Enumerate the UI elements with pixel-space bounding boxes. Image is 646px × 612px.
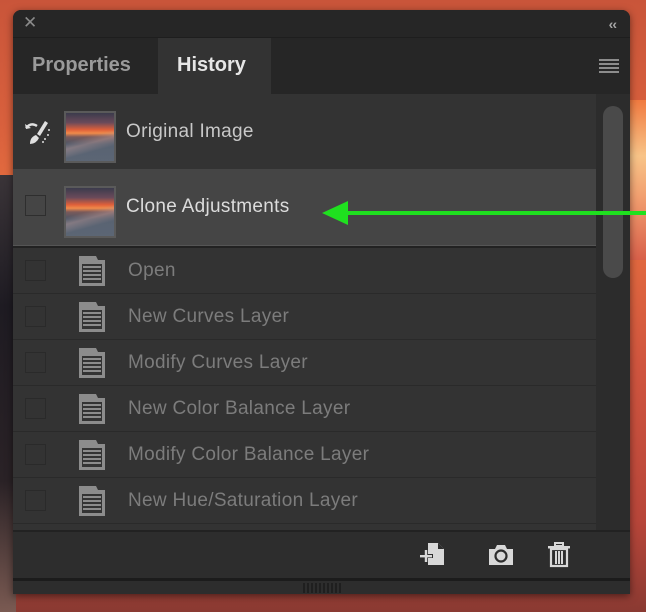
- state-label: New Curves Layer: [128, 306, 290, 327]
- panel-titlebar: ✕ ‹‹: [13, 10, 630, 37]
- history-source-checkbox[interactable]: [25, 398, 46, 419]
- scrollbar-thumb[interactable]: [603, 106, 623, 278]
- document-icon: [79, 486, 105, 516]
- state-label: Modify Curves Layer: [128, 352, 308, 373]
- history-source-checkbox[interactable]: [25, 352, 46, 373]
- panel-footer: [13, 530, 630, 580]
- snapshot-label: Clone Adjustments: [126, 196, 290, 217]
- history-state-row[interactable]: New Curves Layer: [13, 294, 596, 340]
- snapshot-thumbnail: [64, 111, 116, 163]
- panel-menu-icon[interactable]: [599, 59, 619, 73]
- history-state-row[interactable]: Modify Curves Layer: [13, 340, 596, 386]
- history-source-checkbox[interactable]: [25, 444, 46, 465]
- history-state-row[interactable]: Modify Color Balance Layer: [13, 432, 596, 478]
- tab-properties[interactable]: Properties: [13, 38, 150, 94]
- state-label: New Color Balance Layer: [128, 398, 351, 419]
- camera-icon[interactable]: [487, 542, 515, 568]
- snapshot-row-clone-adjustments[interactable]: Clone Adjustments: [13, 169, 596, 245]
- history-source-checkbox[interactable]: [25, 306, 46, 327]
- history-source-checkbox[interactable]: [25, 490, 46, 511]
- tab-bar: Properties History: [13, 37, 630, 94]
- history-source-checkbox[interactable]: [25, 195, 46, 216]
- resize-grip-icon[interactable]: [303, 583, 341, 593]
- close-icon[interactable]: ✕: [23, 14, 37, 31]
- background-photo-right: [628, 100, 646, 260]
- document-icon: [79, 256, 105, 286]
- document-icon: [79, 440, 105, 470]
- document-icon: [79, 348, 105, 378]
- snapshot-thumbnail: [64, 186, 116, 238]
- history-brush-icon: [25, 121, 50, 144]
- collapse-panel-icon[interactable]: ‹‹: [609, 16, 617, 32]
- history-panel: ✕ ‹‹ Properties History Original Image C…: [13, 10, 630, 594]
- history-state-row[interactable]: Open: [13, 248, 596, 294]
- history-source-checkbox[interactable]: [25, 260, 46, 281]
- history-list: Original Image Clone Adjustments Open Ne…: [13, 94, 596, 530]
- vertical-scrollbar[interactable]: [596, 94, 630, 530]
- history-state-row[interactable]: New Hue/Saturation Layer: [13, 478, 596, 524]
- history-state-row[interactable]: New Color Balance Layer: [13, 386, 596, 432]
- state-label: Modify Color Balance Layer: [128, 444, 370, 465]
- state-label: New Hue/Saturation Layer: [128, 490, 359, 511]
- new-document-icon[interactable]: [418, 542, 446, 568]
- state-label: Open: [128, 260, 176, 281]
- panel-resize-bar[interactable]: [13, 578, 630, 594]
- trash-icon[interactable]: [545, 542, 573, 568]
- document-icon: [79, 394, 105, 424]
- history-content: Original Image Clone Adjustments Open Ne…: [13, 94, 630, 530]
- document-icon: [79, 302, 105, 332]
- snapshot-row-original-image[interactable]: Original Image: [13, 94, 596, 169]
- tab-history[interactable]: History: [158, 38, 271, 94]
- snapshot-label: Original Image: [126, 121, 254, 142]
